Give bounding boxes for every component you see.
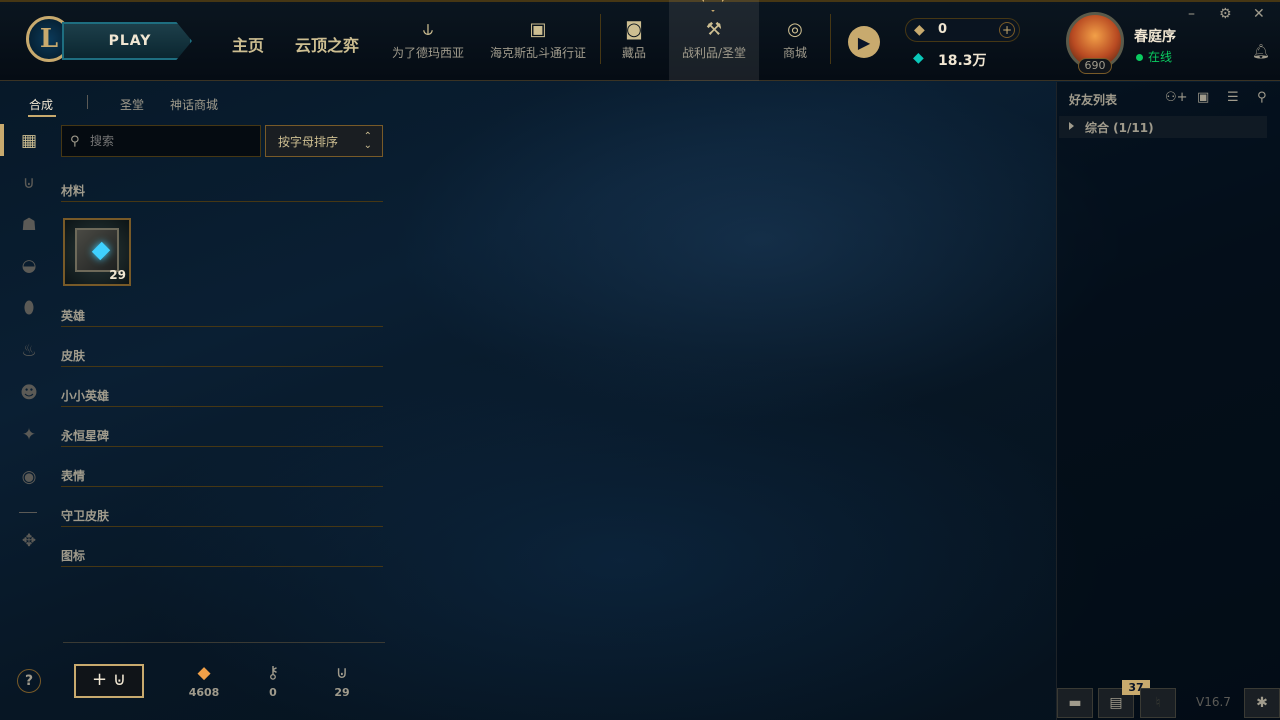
orange-essence-icon: ◆: [197, 663, 211, 683]
help-icon[interactable]: ?: [17, 669, 41, 693]
nav-store[interactable]: ◎ 商城: [772, 16, 818, 61]
sort-dropdown[interactable]: 按字母排序 ⌃ ⌄: [265, 125, 383, 157]
trident-icon: ⫝: [422, 19, 434, 40]
rp-balance: ◆ 0 +: [905, 18, 1020, 42]
craft-chest-button[interactable]: + ⊍: [74, 664, 144, 698]
rp-icon: ◆: [914, 22, 925, 38]
rail-divider: [19, 512, 37, 513]
nav-collection-label: 藏品: [621, 46, 646, 60]
chest-counter: ⊍ 29: [322, 660, 362, 699]
friend-group-general[interactable]: 综合 (1/11): [1059, 116, 1267, 138]
ward-icon[interactable]: ✦: [18, 424, 40, 446]
hammer-icon: ⚒: [705, 19, 723, 40]
nav-hextech-pass[interactable]: ▣ 海克斯乱斗通行证: [484, 16, 592, 61]
orange-essence-value: 4608: [188, 686, 220, 699]
sanctum-icon[interactable]: ✥: [18, 530, 40, 552]
online-status[interactable]: 在线: [1136, 48, 1172, 65]
cards-icon: ▣: [529, 19, 547, 40]
rail-active-indicator: [0, 124, 4, 156]
emote-icon[interactable]: ☻: [18, 382, 40, 404]
category-materials: 材料: [61, 182, 383, 202]
friends-panel: 好友列表 ⚇+ ▣ ☰ ⚲ 综合 (1/11): [1056, 82, 1280, 720]
category-emotes: 表情: [61, 467, 383, 487]
bug-report-icon[interactable]: ✱: [1244, 688, 1280, 718]
summoner-level: 690: [1078, 58, 1112, 74]
add-friend-icon[interactable]: ⚇+: [1165, 90, 1188, 105]
tab-mythic-shop[interactable]: 神话商城: [170, 96, 218, 113]
buy-rp-button[interactable]: +: [999, 22, 1015, 38]
key-icon: ⚷: [266, 663, 280, 683]
chevron-updown-icon: ⌃ ⌄: [363, 131, 372, 151]
top-navigation-bar: L PLAY 主页 云顶之弈 ⫝ 为了德玛西亚 ▣ 海克斯乱斗通行证 ◙ 藏品 …: [0, 0, 1280, 81]
nav-collection[interactable]: ◙ 藏品: [612, 16, 656, 61]
nav-home[interactable]: 主页: [232, 32, 264, 56]
minimize-icon[interactable]: –: [1188, 6, 1195, 22]
category-ward-skins: 守卫皮肤: [61, 507, 383, 527]
friend-group-label: 综合 (1/11): [1085, 121, 1154, 135]
rp-value: 0: [938, 22, 948, 37]
chest-filter-icon[interactable]: ⊍: [18, 172, 40, 194]
category-skins: 皮肤: [61, 347, 383, 367]
nav-divider: [830, 14, 831, 64]
search-input[interactable]: [88, 132, 248, 150]
nav-loot-label: 战利品/圣堂: [681, 46, 747, 60]
profile-icon[interactable]: ◉: [18, 466, 40, 488]
loot-count: 29: [109, 268, 126, 282]
briefcase-icon: ◙: [625, 19, 643, 40]
tab-sanctum[interactable]: 圣堂: [120, 96, 144, 113]
friends-title: 好友列表: [1069, 93, 1118, 107]
bell-icon[interactable]: 🔔︎: [1252, 44, 1270, 60]
search-icon: ⚲: [70, 134, 80, 149]
mask-icon[interactable]: ◒: [18, 255, 40, 277]
category-tacticians: 小小英雄: [61, 387, 383, 407]
category-eternals: 永恒星碑: [61, 427, 383, 447]
add-folder-icon[interactable]: ▣: [1197, 90, 1209, 105]
nav-loot[interactable]: ⚒ 战利品/圣堂: [674, 16, 754, 61]
flame-icon[interactable]: ♨: [18, 340, 40, 362]
key-counter: ⚷ 0: [253, 660, 293, 699]
helmet-icon[interactable]: ☗: [18, 214, 40, 236]
chat-icon[interactable]: ▬: [1057, 688, 1093, 718]
orange-essence-counter: ◆ 4608: [184, 660, 224, 699]
nav-store-label: 商城: [782, 46, 807, 60]
chest-value: 29: [334, 686, 350, 699]
loot-tile-chest[interactable]: 29: [63, 218, 131, 286]
chest-icon: ⊍: [335, 663, 349, 683]
summoner-name: 春庭序: [1134, 29, 1176, 45]
category-icons: 图标: [61, 547, 383, 567]
list-icon[interactable]: ☰: [1227, 90, 1239, 105]
search-icon[interactable]: ⚲: [1257, 90, 1267, 105]
key-value: 0: [269, 686, 277, 699]
nav-tft[interactable]: 云顶之弈: [295, 32, 359, 56]
mic-icon[interactable]: ♮: [1140, 688, 1176, 718]
blue-essence-value: 18.3万: [938, 53, 987, 69]
gear-icon[interactable]: ⚙: [1219, 6, 1232, 22]
play-button[interactable]: PLAY: [62, 22, 192, 60]
blue-essence-icon: ◆: [913, 50, 924, 66]
close-icon[interactable]: ✕: [1253, 6, 1265, 22]
version-label: V16.7: [1196, 695, 1231, 709]
play-button-label: PLAY: [108, 33, 152, 49]
pass-token-icon[interactable]: ▶: [848, 26, 880, 58]
nav-divider: [600, 14, 601, 64]
category-champions: 英雄: [61, 307, 383, 327]
tab-active-underline: [28, 115, 56, 117]
grid-icon[interactable]: ▦: [18, 130, 40, 152]
nav-hextech-pass-label: 海克斯乱斗通行证: [489, 46, 586, 60]
tab-divider: [87, 95, 88, 109]
tab-crafting[interactable]: 合成: [29, 96, 53, 113]
nav-demacia-label: 为了德玛西亚: [391, 46, 464, 60]
egg-icon[interactable]: ⬮: [18, 297, 40, 319]
client-window: L PLAY 主页 云顶之弈 ⫝ 为了德玛西亚 ▣ 海克斯乱斗通行证 ◙ 藏品 …: [0, 0, 1280, 720]
nav-demacia[interactable]: ⫝ 为了德玛西亚: [388, 16, 468, 61]
search-box[interactable]: ⚲: [61, 125, 261, 157]
bottom-divider: [63, 642, 385, 643]
sort-dropdown-label: 按字母排序: [278, 135, 339, 149]
chevron-right-icon: [1069, 122, 1074, 130]
coins-icon: ◎: [787, 19, 803, 40]
